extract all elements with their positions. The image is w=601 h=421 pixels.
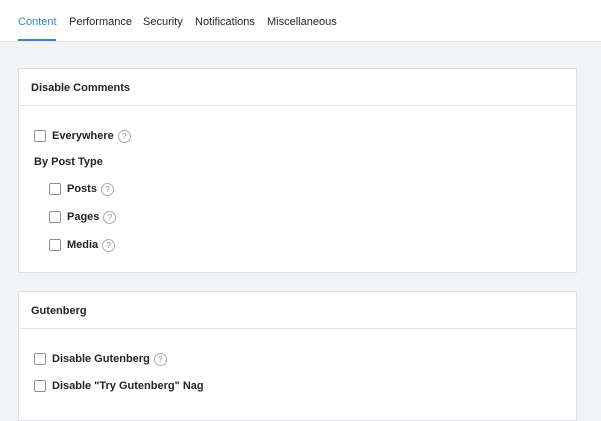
active-tab-indicator [18,39,56,41]
help-icon[interactable]: ? [117,129,131,143]
tab-performance[interactable]: Performance [69,16,132,28]
gutenberg-panel: Gutenberg Disable Gutenberg ? Disable "T… [18,291,577,421]
help-icon[interactable]: ? [153,352,167,366]
help-icon[interactable]: ? [100,182,114,196]
posts-option[interactable]: Posts ? [49,181,114,197]
pages-label: Pages [67,211,100,223]
disable-gutenberg-option[interactable]: Disable Gutenberg ? [34,351,167,367]
media-option[interactable]: Media ? [49,237,116,253]
help-icon[interactable]: ? [102,238,116,252]
disable-try-gutenberg-nag-checkbox[interactable] [34,380,46,392]
disable-comments-title: Disable Comments [19,69,576,106]
posts-checkbox[interactable] [49,183,61,195]
tab-security[interactable]: Security [143,16,183,28]
media-label: Media [67,239,99,251]
tab-notifications[interactable]: Notifications [195,16,255,28]
disable-comments-panel: Disable Comments Everywhere ? By Post Ty… [18,68,577,273]
disable-gutenberg-label: Disable Gutenberg [52,353,150,365]
media-checkbox[interactable] [49,239,61,251]
disable-gutenberg-checkbox[interactable] [34,353,46,365]
disable-try-gutenberg-nag-option[interactable]: Disable "Try Gutenberg" Nag [34,378,204,394]
everywhere-label: Everywhere [52,130,114,142]
by-post-type-heading: By Post Type [34,156,103,168]
everywhere-option[interactable]: Everywhere ? [34,128,131,144]
everywhere-checkbox[interactable] [34,130,46,142]
gutenberg-title: Gutenberg [19,292,576,329]
disable-try-gutenberg-nag-label: Disable "Try Gutenberg" Nag [52,380,204,392]
pages-checkbox[interactable] [49,211,61,223]
tab-miscellaneous[interactable]: Miscellaneous [267,16,337,28]
help-icon[interactable]: ? [103,210,117,224]
pages-option[interactable]: Pages ? [49,209,117,225]
posts-label: Posts [67,183,97,195]
tab-content[interactable]: Content [18,16,57,28]
settings-tabs: Content Performance Security Notificatio… [0,0,601,42]
